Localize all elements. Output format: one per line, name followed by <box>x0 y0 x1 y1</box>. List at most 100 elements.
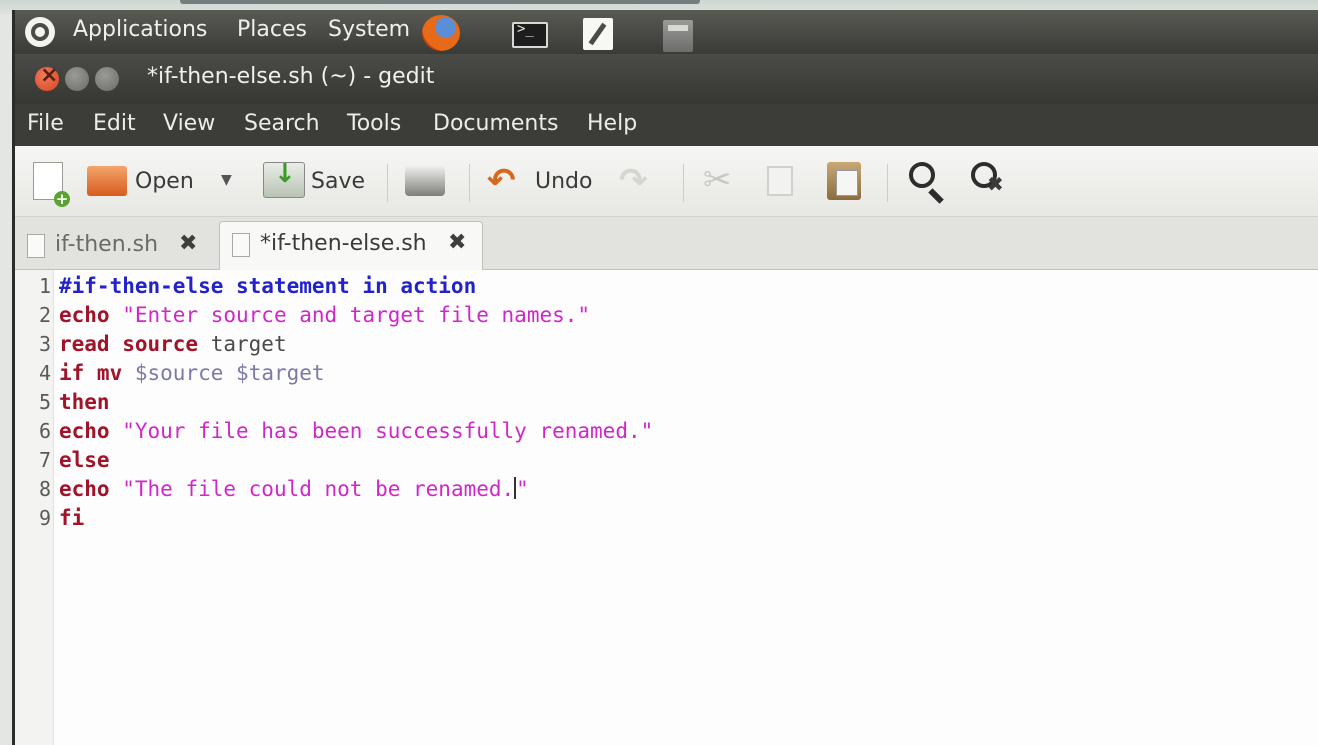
print-button[interactable] <box>405 160 447 202</box>
menu-view[interactable]: View <box>163 111 215 136</box>
string-token: " <box>516 477 529 501</box>
line-number: 1 <box>38 274 51 298</box>
applications-menu[interactable]: Applications <box>73 17 207 42</box>
gedit-window: Applications Places System *if-then-else… <box>12 10 1318 745</box>
calculator-icon[interactable] <box>663 20 693 52</box>
copy-icon <box>767 166 793 196</box>
ubuntu-logo-icon[interactable] <box>25 17 55 47</box>
tab-close-icon[interactable]: ✖ <box>179 231 197 256</box>
line-number: 3 <box>38 332 51 356</box>
line-number: 2 <box>38 303 51 327</box>
keyword-token: echo <box>59 419 110 443</box>
printer-icon <box>405 166 445 196</box>
chevron-down-icon: ▼ <box>221 172 232 188</box>
system-menu[interactable]: System <box>328 17 410 42</box>
find-replace-button[interactable] <box>971 160 1015 202</box>
top-panel: Applications Places System <box>15 10 1318 54</box>
redo-icon: ↷ <box>619 161 648 201</box>
string-token: "Your file has been successfully renamed… <box>122 419 654 443</box>
text-file-icon <box>232 233 250 257</box>
toolbar-separator <box>469 164 470 202</box>
text-token: target <box>210 332 287 356</box>
open-label: Open <box>135 169 194 194</box>
code-line: then <box>59 390 110 414</box>
code-line: echo "The file could not be renamed." <box>59 477 529 501</box>
code-line: read source target <box>59 332 287 356</box>
title-bar: *if-then-else.sh (~) - gedit <box>15 54 1318 104</box>
code-line: fi <box>59 506 84 530</box>
save-label: Save <box>311 169 366 194</box>
keyword-token: echo <box>59 477 110 501</box>
clipboard-icon <box>827 162 861 200</box>
screen: Applications Places System *if-then-else… <box>0 0 1318 745</box>
line-number: 4 <box>38 361 51 385</box>
toolbar-separator <box>887 164 888 202</box>
terminal-icon[interactable] <box>512 21 548 48</box>
menu-edit[interactable]: Edit <box>93 111 136 136</box>
variable-token: $target <box>236 361 325 385</box>
line-number: 6 <box>38 419 51 443</box>
document-tabs: if-then.sh ✖ *if-then-else.sh ✖ <box>15 217 1318 270</box>
firefox-icon[interactable] <box>422 15 460 51</box>
find-replace-icon <box>971 162 1004 196</box>
new-document-icon <box>33 162 70 207</box>
new-document-button[interactable] <box>33 160 73 207</box>
toolbar-separator <box>683 164 684 202</box>
comment-token: #if-then-else statement in action <box>59 274 477 298</box>
line-number: 7 <box>38 448 51 472</box>
places-menu[interactable]: Places <box>237 17 307 42</box>
line-number: 5 <box>38 390 51 414</box>
menu-file[interactable]: File <box>27 111 64 136</box>
text-editor-icon[interactable] <box>583 18 613 50</box>
line-number: 9 <box>38 506 51 530</box>
save-button[interactable]: Save <box>263 159 373 202</box>
background-ghost <box>180 0 700 4</box>
undo-icon: ↶ <box>487 161 516 201</box>
menu-tools[interactable]: Tools <box>347 111 401 136</box>
window-maximize-button[interactable] <box>95 67 119 91</box>
code-line: echo "Enter source and target file names… <box>59 303 590 327</box>
tab-if-then-else[interactable]: *if-then-else.sh ✖ <box>219 221 483 270</box>
undo-button[interactable]: ↶ Undo <box>487 160 602 202</box>
tab-if-then[interactable]: if-then.sh ✖ <box>15 223 215 269</box>
window-close-button[interactable] <box>35 63 59 91</box>
keyword-token: if mv <box>59 361 123 385</box>
find-button[interactable] <box>909 160 949 202</box>
menu-documents[interactable]: Documents <box>433 111 558 136</box>
window-title: *if-then-else.sh (~) - gedit <box>147 64 435 89</box>
folder-open-icon <box>87 166 127 196</box>
keyword-token: read source <box>59 332 199 356</box>
menu-help[interactable]: Help <box>587 111 637 136</box>
code-line: if mv $source $target <box>59 361 325 385</box>
menu-search[interactable]: Search <box>244 111 320 136</box>
menu-bar: File Edit View Search Tools Documents He… <box>15 104 1318 146</box>
keyword-token: else <box>59 448 110 472</box>
redo-button[interactable]: ↷ <box>619 160 661 202</box>
tab-label: if-then.sh <box>55 232 159 257</box>
line-number: 8 <box>38 477 51 501</box>
code-line: else <box>59 448 110 472</box>
window-minimize-button[interactable] <box>65 67 89 91</box>
magnifier-icon <box>909 162 935 188</box>
variable-token: $source <box>134 361 224 385</box>
open-recent-dropdown[interactable]: ▼ <box>221 160 243 202</box>
toolbar-separator <box>387 164 388 202</box>
toolbar: Open ▼ Save ↶ Undo ↷ ✂ <box>15 146 1318 217</box>
undo-label: Undo <box>535 169 593 194</box>
cut-button[interactable]: ✂ <box>703 160 743 202</box>
open-button[interactable]: Open <box>87 160 207 202</box>
text-file-icon <box>27 234 45 258</box>
save-icon <box>263 159 305 198</box>
scissors-icon: ✂ <box>703 160 732 200</box>
tab-close-icon[interactable]: ✖ <box>448 230 466 255</box>
tab-label: *if-then-else.sh <box>260 231 427 256</box>
code-line: echo "Your file has been successfully re… <box>59 419 653 443</box>
code-line: #if-then-else statement in action <box>59 274 476 298</box>
paste-button[interactable] <box>827 160 867 202</box>
keyword-token: fi <box>59 506 85 530</box>
string-token: "The file could not be renamed. <box>122 477 515 501</box>
line-number-gutter: 1 2 3 4 5 6 7 8 9 <box>15 270 54 745</box>
copy-button[interactable] <box>767 160 803 202</box>
string-token: "Enter source and target file names." <box>122 303 591 327</box>
text-editor[interactable]: 1 2 3 4 5 6 7 8 9 #if-then-else statemen… <box>15 270 1318 745</box>
